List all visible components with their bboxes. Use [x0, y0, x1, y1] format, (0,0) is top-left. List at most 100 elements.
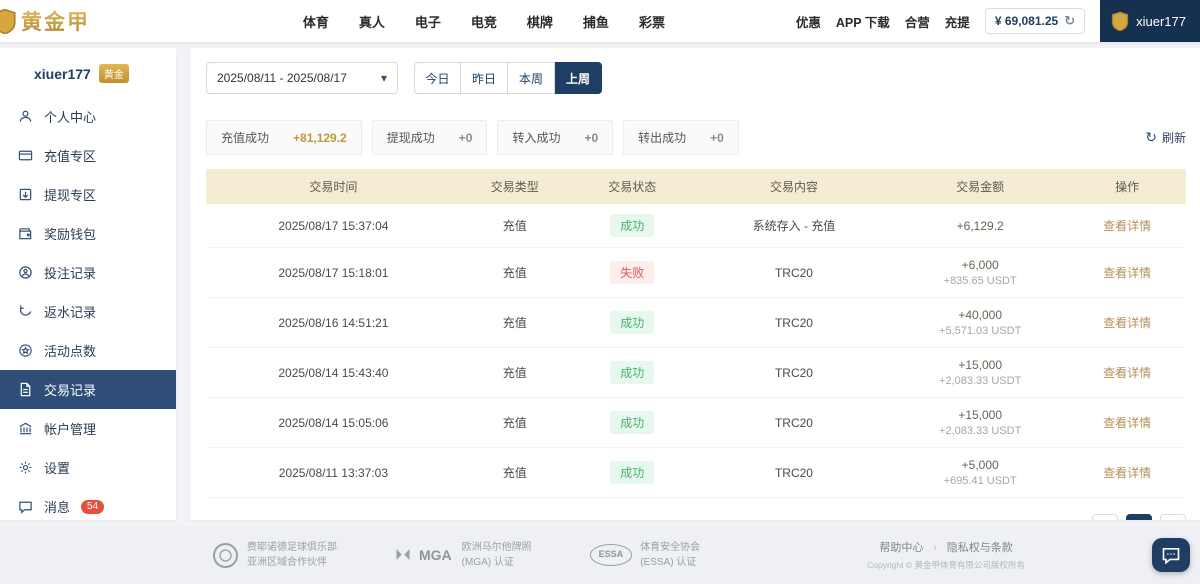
cell-type: 充值	[461, 248, 569, 298]
footer: 费耶诺德足球俱乐部 亚洲区域合作伙伴 MGA 欧洲马尔他牌照 (MGA) 认证 …	[0, 526, 1200, 584]
sidebar-item-activity-points[interactable]: 活动点数	[0, 331, 176, 370]
customer-service-chat-button[interactable]	[1152, 538, 1190, 572]
nav-cards[interactable]: 棋牌	[527, 12, 553, 31]
stat-value: +81,129.2	[293, 131, 347, 145]
chevron-right-icon: ›	[933, 542, 936, 553]
col-status: 交易状态	[569, 169, 696, 204]
privacy-terms-link[interactable]: 隐私权与条款	[947, 539, 1013, 555]
sidebar-item-label: 交易记录	[44, 380, 96, 399]
nav-lottery[interactable]: 彩票	[639, 12, 665, 31]
partner-line1: 体育安全协会	[640, 540, 700, 555]
sidebar-item-settings[interactable]: 设置	[0, 448, 176, 487]
stat-label: 转出成功	[638, 129, 686, 146]
pagination-next-button[interactable]: ›	[1160, 514, 1186, 520]
table-row: 2025/08/16 14:51:21 充值 成功 TRC20 +40,000 …	[206, 298, 1186, 348]
pagination-page-1[interactable]: 1	[1126, 514, 1152, 520]
status-badge: 失败	[610, 261, 654, 284]
bet-record-icon	[18, 265, 33, 280]
essa-logo-icon: ESSA	[590, 544, 633, 566]
partner-line2: 亚洲区域合作伙伴	[247, 555, 337, 570]
pagination: ‹ 1 ›	[206, 514, 1186, 520]
cell-amount: +6,000 +835.65 USDT	[892, 248, 1068, 298]
help-center-link[interactable]: 帮助中心	[879, 539, 923, 555]
view-details-link[interactable]: 查看详情	[1103, 466, 1151, 480]
date-range-select[interactable]: 2025/08/11 - 2025/08/17 ▾	[206, 62, 398, 94]
refresh-button[interactable]: ↻ 刷新	[1145, 129, 1186, 146]
transactions-table: 交易时间 交易类型 交易状态 交易内容 交易金额 操作 2025/08/17 1…	[206, 169, 1186, 498]
sidebar-item-transaction-records[interactable]: 交易记录	[0, 370, 176, 409]
person-icon	[18, 109, 33, 124]
nav-fishing[interactable]: 捕鱼	[583, 12, 609, 31]
brand-logo[interactable]: 黄金甲	[0, 6, 172, 36]
tab-yesterday[interactable]: 昨日	[461, 62, 508, 94]
sidebar-item-personal-center[interactable]: 个人中心	[0, 97, 176, 136]
cell-action: 查看详情	[1068, 348, 1186, 398]
partner-line2: (ESSA) 认证	[640, 555, 700, 570]
cell-time: 2025/08/17 15:37:04	[206, 204, 461, 248]
amount-usdt: +835.65 USDT	[898, 275, 1062, 287]
status-badge: 成功	[610, 214, 654, 237]
link-promos[interactable]: 优惠	[796, 12, 821, 31]
cell-status: 成功	[569, 204, 696, 248]
sidebar-item-messages[interactable]: 消息 54	[0, 487, 176, 526]
filter-row: 2025/08/11 - 2025/08/17 ▾ 今日 昨日 本周 上周	[206, 62, 1186, 94]
sidebar-item-rebate-records[interactable]: 返水记录	[0, 292, 176, 331]
stat-label: 转入成功	[512, 129, 560, 146]
view-details-link[interactable]: 查看详情	[1103, 316, 1151, 330]
gear-icon	[18, 460, 33, 475]
tab-this-week[interactable]: 本周	[508, 62, 555, 94]
brand-name: 黄金甲	[21, 6, 90, 36]
tab-last-week[interactable]: 上周	[555, 62, 602, 94]
link-partnership[interactable]: 合营	[905, 12, 930, 31]
cell-action: 查看详情	[1068, 448, 1186, 498]
pagination-prev-button[interactable]: ‹	[1092, 514, 1118, 520]
club-crest-icon	[212, 542, 239, 569]
page-layout: xiuer177 黄金 个人中心 充值专区 提现专区 奖励钱包 投注记录	[0, 42, 1200, 526]
sidebar-item-bet-records[interactable]: 投注记录	[0, 253, 176, 292]
view-details-link[interactable]: 查看详情	[1103, 416, 1151, 430]
messages-count-badge: 54	[81, 500, 104, 514]
summary-row: 充值成功 +81,129.2 提现成功 +0 转入成功 +0 转出成功 +0 ↻…	[206, 120, 1186, 155]
balance-box[interactable]: ¥ 69,081.25 ↻	[985, 8, 1085, 34]
cell-amount: +5,000 +695.41 USDT	[892, 448, 1068, 498]
sidebar-item-label: 消息	[44, 497, 70, 516]
sidebar-item-label: 投注记录	[44, 263, 96, 282]
sidebar-item-deposit-zone[interactable]: 充值专区	[0, 136, 176, 175]
status-badge: 成功	[610, 361, 654, 384]
partner-mga: MGA 欧洲马尔他牌照 (MGA) 认证	[395, 540, 532, 570]
balance-refresh-icon[interactable]: ↻	[1064, 13, 1075, 29]
nav-sports[interactable]: 体育	[303, 12, 329, 31]
sidebar-item-withdraw-zone[interactable]: 提现专区	[0, 175, 176, 214]
link-deposit-withdraw[interactable]: 充提	[945, 12, 970, 31]
cell-status: 成功	[569, 298, 696, 348]
stat-label: 充值成功	[221, 129, 269, 146]
view-details-link[interactable]: 查看详情	[1103, 266, 1151, 280]
status-badge: 成功	[610, 311, 654, 334]
top-bar: 黄金甲 体育 真人 电子 电竞 棋牌 捕鱼 彩票 优惠 APP 下载 合营 充提…	[0, 0, 1200, 42]
cell-status: 成功	[569, 398, 696, 448]
nav-slots[interactable]: 电子	[415, 12, 441, 31]
link-app-download[interactable]: APP 下载	[836, 12, 890, 31]
user-chip[interactable]: xiuer177	[1100, 0, 1200, 42]
chat-bubble-icon	[1161, 545, 1181, 565]
nav-esports[interactable]: 电竞	[471, 12, 497, 31]
sidebar-item-account-management[interactable]: 帐户管理	[0, 409, 176, 448]
tab-today[interactable]: 今日	[414, 62, 461, 94]
sidebar-item-label: 活动点数	[44, 341, 96, 360]
cell-time: 2025/08/17 15:18:01	[206, 248, 461, 298]
bank-icon	[18, 421, 33, 436]
col-time: 交易时间	[206, 169, 461, 204]
view-details-link[interactable]: 查看详情	[1103, 366, 1151, 380]
sidebar-user-row: xiuer177 黄金	[0, 54, 176, 97]
transactions-tbody: 2025/08/17 15:37:04 充值 成功 系统存入 - 充值 +6,1…	[206, 204, 1186, 498]
stat-value: +0	[584, 131, 598, 145]
view-details-link[interactable]: 查看详情	[1103, 219, 1151, 233]
cell-amount: +15,000 +2,083.33 USDT	[892, 348, 1068, 398]
footer-links: 帮助中心 › 隐私权与条款	[879, 539, 1012, 555]
col-action: 操作	[1068, 169, 1186, 204]
sidebar-item-label: 提现专区	[44, 185, 96, 204]
rebate-icon	[18, 304, 33, 319]
sidebar-item-reward-wallet[interactable]: 奖励钱包	[0, 214, 176, 253]
nav-live[interactable]: 真人	[359, 12, 385, 31]
amount-usdt: +2,083.33 USDT	[898, 375, 1062, 387]
